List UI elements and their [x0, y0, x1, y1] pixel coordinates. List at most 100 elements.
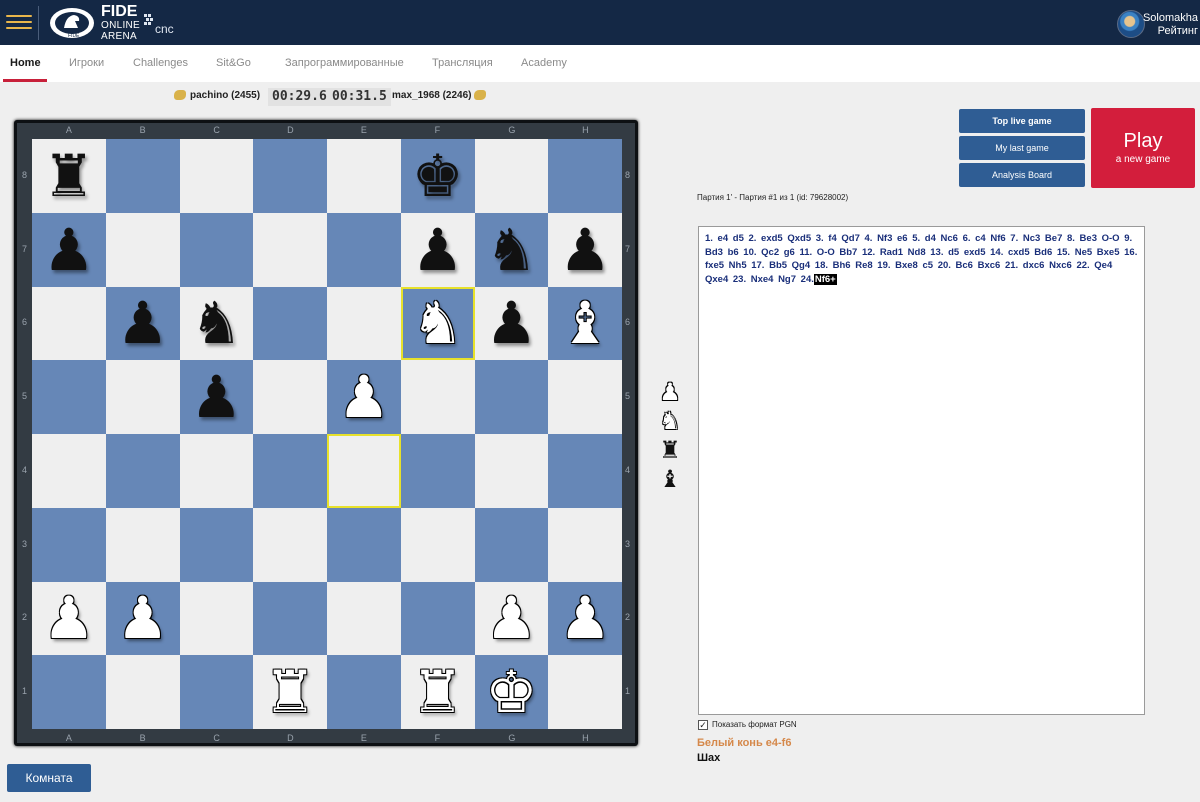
- hamburger-icon[interactable]: [6, 11, 32, 33]
- white-knight-icon[interactable]: ♞: [401, 287, 475, 361]
- square-d6[interactable]: [253, 286, 327, 361]
- user-info[interactable]: Solomakha Рейтинг: [1143, 12, 1198, 38]
- player-left[interactable]: pachino (2455): [174, 90, 260, 101]
- black-pawn-icon[interactable]: ♟: [180, 360, 254, 434]
- black-pawn-icon[interactable]: ♟: [401, 213, 475, 287]
- square-a6[interactable]: [32, 286, 106, 361]
- square-f3[interactable]: [400, 507, 475, 582]
- square-c1[interactable]: [179, 655, 254, 729]
- my-last-game-button[interactable]: My last game: [959, 136, 1085, 160]
- black-king-icon[interactable]: ♚: [401, 139, 475, 213]
- tab-challenges[interactable]: Challenges: [133, 57, 188, 69]
- square-a1[interactable]: [32, 655, 106, 729]
- player-left-name: pachino (2455): [190, 90, 261, 101]
- last-move-status: Белый конь e4-f6: [697, 737, 792, 749]
- square-d3[interactable]: [253, 507, 327, 582]
- square-a5[interactable]: [32, 360, 106, 434]
- square-g8[interactable]: [474, 139, 549, 213]
- square-e1[interactable]: [327, 655, 401, 729]
- pgn-checkbox[interactable]: ✓: [698, 720, 708, 730]
- tab-scheduled[interactable]: Запрограммированные: [285, 57, 404, 69]
- fide-logo-icon[interactable]: FIDE: [48, 6, 96, 40]
- current-move[interactable]: Nf6+: [813, 273, 837, 285]
- square-b7[interactable]: [105, 212, 180, 287]
- tab-academy[interactable]: Academy: [521, 57, 567, 69]
- player-right[interactable]: max_1968 (2246): [392, 90, 490, 101]
- square-e8[interactable]: [327, 139, 401, 213]
- white-pawn-icon[interactable]: ♟: [32, 582, 106, 656]
- play-new-game-button[interactable]: Play a new game: [1091, 108, 1195, 188]
- file-label-bottom: B: [139, 733, 146, 743]
- black-rook-icon[interactable]: ♜: [32, 139, 106, 213]
- black-pawn-icon[interactable]: ♟: [32, 213, 106, 287]
- square-d4[interactable]: [253, 434, 327, 508]
- black-pawn-icon[interactable]: ♟: [106, 287, 180, 361]
- tab-home[interactable]: Home: [10, 57, 41, 69]
- square-e7[interactable]: [327, 212, 401, 287]
- square-f5[interactable]: [400, 360, 475, 434]
- white-king-icon[interactable]: ♚: [475, 655, 549, 729]
- game-info: Партия 1' - Партия #1 из 1 (id: 79628002…: [697, 193, 849, 202]
- white-rook-icon[interactable]: ♜: [401, 655, 475, 729]
- file-label-top: E: [360, 125, 367, 135]
- file-label-bottom: C: [213, 733, 220, 743]
- square-e2[interactable]: [327, 581, 401, 656]
- room-button[interactable]: Комната: [7, 764, 91, 792]
- square-g3[interactable]: [474, 507, 549, 582]
- user-name: Solomakha: [1142, 12, 1198, 24]
- black-knight-icon[interactable]: ♞: [475, 213, 549, 287]
- square-h4[interactable]: [548, 434, 622, 508]
- square-h1[interactable]: [548, 655, 622, 729]
- square-d7[interactable]: [253, 212, 327, 287]
- square-b1[interactable]: [105, 655, 180, 729]
- square-d2[interactable]: [253, 581, 327, 656]
- file-label-top: A: [65, 125, 72, 135]
- square-b4[interactable]: [105, 434, 180, 508]
- square-e3[interactable]: [327, 507, 401, 582]
- square-d5[interactable]: [253, 360, 327, 434]
- rank-label-left: 8: [22, 169, 28, 180]
- square-h3[interactable]: [548, 507, 622, 582]
- pgn-toggle[interactable]: ✓ Показать формат PGN: [698, 720, 797, 730]
- square-e4[interactable]: [327, 434, 401, 508]
- square-b3[interactable]: [105, 507, 180, 582]
- square-f2[interactable]: [400, 581, 475, 656]
- app-logo-text[interactable]: FIDE ONLINE ARENA: [101, 4, 140, 43]
- square-c7[interactable]: [179, 212, 254, 287]
- white-pawn-icon[interactable]: ♟: [327, 360, 401, 434]
- tab-broadcast[interactable]: Трансляция: [432, 57, 493, 69]
- square-c4[interactable]: [179, 434, 254, 508]
- square-c2[interactable]: [179, 581, 254, 656]
- tab-sit-and-go[interactable]: Sit&Go: [216, 57, 251, 69]
- handshake-icon: [174, 90, 186, 101]
- white-rook-icon[interactable]: ♜: [253, 655, 327, 729]
- square-g4[interactable]: [474, 434, 549, 508]
- move-list[interactable]: 1. e4 d5 2. exd5 Qxd5 3. f4 Qd7 4. Nf3 e…: [698, 226, 1145, 715]
- square-g5[interactable]: [474, 360, 549, 434]
- rank-label-left: 7: [22, 243, 28, 254]
- chess-board[interactable]: ♜ ♚ ♟ ♟ ♞ ♟ ♟ ♞ ♞ ♟ ♝ ♟ ♟ ♟ ♟ ♟ ♟ ♜ ♜ ♚: [32, 139, 622, 729]
- square-b5[interactable]: [105, 360, 180, 434]
- top-live-game-button[interactable]: Top live game: [959, 109, 1085, 133]
- rank-label-left: 2: [22, 612, 28, 623]
- square-a3[interactable]: [32, 507, 106, 582]
- white-bishop-icon[interactable]: ♝: [548, 287, 622, 361]
- avatar[interactable]: [1117, 10, 1145, 38]
- square-c3[interactable]: [179, 507, 254, 582]
- square-h8[interactable]: [548, 139, 622, 213]
- square-a4[interactable]: [32, 434, 106, 508]
- white-pawn-icon[interactable]: ♟: [106, 582, 180, 656]
- black-pawn-icon[interactable]: ♟: [548, 213, 622, 287]
- square-e6[interactable]: [327, 286, 401, 361]
- white-pawn-icon[interactable]: ♟: [475, 582, 549, 656]
- square-d8[interactable]: [253, 139, 327, 213]
- square-c8[interactable]: [179, 139, 254, 213]
- white-pawn-icon[interactable]: ♟: [548, 582, 622, 656]
- square-b8[interactable]: [105, 139, 180, 213]
- tab-players[interactable]: Игроки: [69, 57, 104, 69]
- square-h5[interactable]: [548, 360, 622, 434]
- black-knight-icon[interactable]: ♞: [180, 287, 254, 361]
- black-pawn-icon[interactable]: ♟: [475, 287, 549, 361]
- square-f4[interactable]: [400, 434, 475, 508]
- analysis-board-button[interactable]: Analysis Board: [959, 163, 1085, 187]
